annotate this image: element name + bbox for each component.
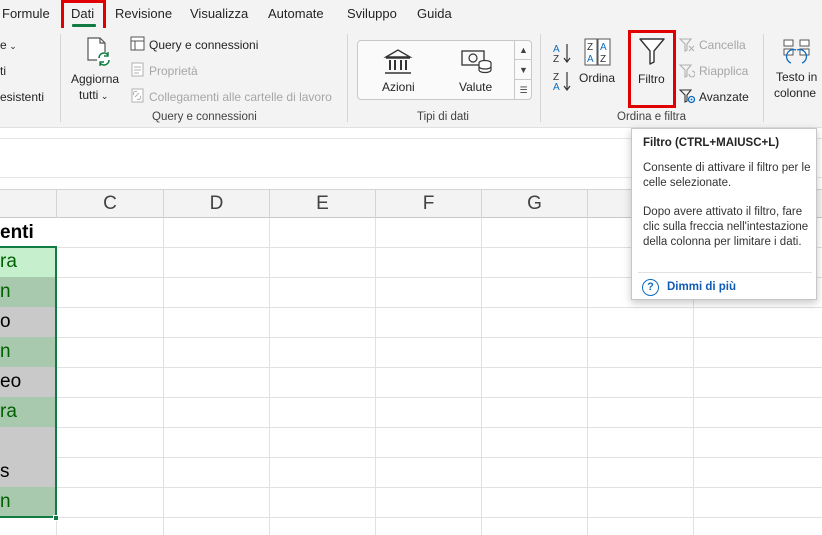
chevron-down-icon: ⌄ xyxy=(98,91,109,101)
grid-hline xyxy=(0,367,822,368)
svg-text:A: A xyxy=(587,54,594,65)
ribbon-cut-item-1[interactable]: e ⌄ xyxy=(0,38,17,52)
grid-hline xyxy=(0,457,822,458)
svg-text:Z: Z xyxy=(587,42,593,53)
column-header-f[interactable]: F xyxy=(375,190,481,218)
gallery-down-icon[interactable]: ▼ xyxy=(514,60,532,80)
sort-button[interactable]: Ordina xyxy=(579,71,615,85)
reapply-icon xyxy=(679,64,695,78)
svg-text:A: A xyxy=(600,42,607,53)
currencies-button[interactable]: Valute xyxy=(459,80,492,94)
text-to-columns-label[interactable]: Testo in xyxy=(776,70,817,84)
group-separator xyxy=(540,34,541,122)
properties-button[interactable]: Proprietà xyxy=(149,64,198,78)
advanced-filter-icon xyxy=(679,89,696,104)
svg-text:Z: Z xyxy=(600,54,606,65)
column-header-d[interactable]: D xyxy=(163,190,269,218)
tab-visualizza[interactable]: Visualizza xyxy=(190,6,248,21)
group-label-sort-filter: Ordina e filtra xyxy=(617,111,687,123)
gallery-expand-icon[interactable]: ☰ xyxy=(514,80,532,100)
grid-hline xyxy=(0,337,822,338)
clear-button[interactable]: Cancella xyxy=(699,38,746,52)
grid-hline xyxy=(0,487,822,488)
cell-text: enti xyxy=(0,222,34,243)
text-to-columns-label-2[interactable]: colonne xyxy=(774,86,816,100)
refresh-all-label[interactable]: Aggiorna xyxy=(71,72,119,86)
tooltip-paragraph-2: Dopo avere attivato il filtro, fare clic… xyxy=(643,206,809,248)
fill-handle[interactable] xyxy=(53,515,59,521)
group-separator xyxy=(60,34,61,122)
stocks-button[interactable]: Azioni xyxy=(382,80,415,94)
svg-text:A: A xyxy=(553,82,560,93)
group-label-datatypes: Tipi di dati xyxy=(417,111,469,123)
selection-border xyxy=(0,246,57,518)
advanced-button[interactable]: Avanzate xyxy=(699,90,749,104)
group-separator xyxy=(347,34,348,122)
clear-filter-icon xyxy=(679,38,695,52)
refresh-all-icon[interactable] xyxy=(84,36,114,68)
tooltip-divider xyxy=(638,272,812,273)
grid-hline xyxy=(0,397,822,398)
tooltip-paragraph-1: Consente di attivare il filtro per le ce… xyxy=(643,162,811,189)
column-header-c[interactable]: C xyxy=(56,190,163,218)
edit-links-button[interactable]: Collegamenti alle cartelle di lavoro xyxy=(149,90,332,104)
reapply-button[interactable]: Riapplica xyxy=(699,64,748,78)
grid-hline xyxy=(0,427,822,428)
column-b-header-cell[interactable]: enti xyxy=(0,218,57,247)
sort-icon[interactable]: Z A A Z xyxy=(584,38,612,66)
ribbon-cut-item-2[interactable]: ti xyxy=(0,64,6,78)
question-circle-icon[interactable]: ? xyxy=(642,279,659,296)
refresh-all-label-2[interactable]: tutti ⌄ xyxy=(79,88,108,102)
tab-guida[interactable]: Guida xyxy=(417,6,452,21)
properties-icon xyxy=(131,62,144,77)
tab-automate[interactable]: Automate xyxy=(268,6,324,21)
tab-formule[interactable]: Formule xyxy=(2,6,50,21)
tab-revisione[interactable]: Revisione xyxy=(115,6,172,21)
column-header-g[interactable]: G xyxy=(481,190,587,218)
edit-links-icon xyxy=(131,88,144,103)
svg-text:Z: Z xyxy=(553,54,559,65)
currencies-icon[interactable] xyxy=(461,48,493,76)
filter-button-highlight xyxy=(628,30,676,108)
queries-connections-icon xyxy=(130,36,145,51)
stocks-icon[interactable] xyxy=(383,48,413,76)
tab-sviluppo[interactable]: Sviluppo xyxy=(347,6,397,21)
tooltip-title: Filtro (CTRL+MAIUSC+L) xyxy=(643,137,780,149)
grid-hline xyxy=(0,517,822,518)
group-label-query: Query e connessioni xyxy=(152,111,257,123)
menu-bar: Formule Dati Revisione Visualizza Automa… xyxy=(0,0,822,28)
ribbon: e ⌄ ti esistenti Aggiorna tutti ⌄ Query … xyxy=(0,28,822,128)
filter-tooltip: Filtro (CTRL+MAIUSC+L) Consente di attiv… xyxy=(631,128,817,300)
queries-connections-button[interactable]: Query e connessioni xyxy=(149,38,258,52)
text-to-columns-icon[interactable] xyxy=(782,38,812,66)
grid-hline xyxy=(0,307,822,308)
chevron-down-icon: ⌄ xyxy=(6,41,17,51)
ribbon-cut-item-3[interactable]: esistenti xyxy=(0,90,44,104)
tell-me-more-link[interactable]: Dimmi di più xyxy=(667,281,736,293)
group-separator xyxy=(763,34,764,122)
gallery-up-icon[interactable]: ▲ xyxy=(514,40,532,60)
column-header-e[interactable]: E xyxy=(269,190,375,218)
sort-az-icon[interactable]: A Z Z A xyxy=(552,42,572,94)
